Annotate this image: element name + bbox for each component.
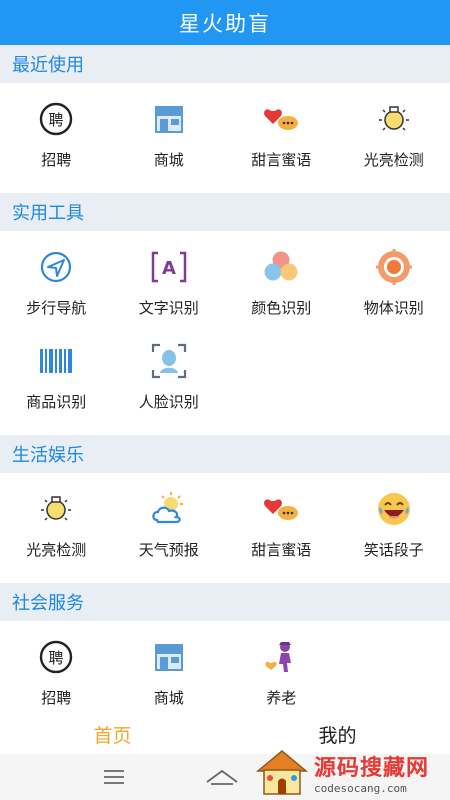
feature-jokes[interactable]: 笑话段子	[338, 489, 450, 583]
feature-weather[interactable]: 天气预报	[113, 489, 226, 583]
weather-icon	[149, 489, 189, 529]
section-header-tools: 实用工具	[0, 193, 450, 231]
watermark: 源码搜藏网 codesocang.com	[254, 746, 446, 798]
section-title: 社会服务	[12, 593, 84, 614]
section-header-social: 社会服务	[0, 583, 450, 621]
feature-label: 物体识别	[363, 299, 424, 317]
feature-color-recognition[interactable]: 颜色识别	[225, 247, 338, 341]
feature-label: 步行导航	[26, 299, 87, 317]
feature-sweet-words[interactable]: 甜言蜜语	[225, 99, 338, 193]
house-logo-icon	[255, 750, 309, 795]
svg-text:A: A	[162, 258, 176, 279]
lightbulb-icon	[374, 99, 414, 139]
recruit-icon: 聘	[36, 637, 76, 677]
feature-text-recognition[interactable]: A 文字识别	[113, 247, 226, 341]
feature-label: 笑话段子	[363, 541, 424, 559]
feature-light-detect[interactable]: 光亮检测	[0, 489, 113, 583]
laughing-emoji-icon	[374, 489, 414, 529]
feature-sweet-words[interactable]: 甜言蜜语	[225, 489, 338, 583]
section-grid-tools: 步行导航 A 文字识别 颜色识别 物体识别 商品识别 人脸识别	[0, 231, 450, 435]
section-grid-life: 光亮检测 天气预报 甜言蜜语 笑话段子	[0, 473, 450, 583]
home-icon[interactable]	[192, 768, 252, 786]
feature-label: 光亮检测	[26, 541, 87, 559]
section-header-recent: 最近使用	[0, 45, 450, 83]
feature-label: 颜色识别	[251, 299, 312, 317]
section-title: 最近使用	[12, 55, 84, 76]
feature-label: 招聘	[41, 151, 72, 169]
hearts-chat-icon	[261, 99, 301, 139]
svg-text:聘: 聘	[49, 111, 64, 129]
svg-text:聘: 聘	[49, 649, 64, 667]
feature-object-recognition[interactable]: 物体识别	[338, 247, 450, 341]
lightbulb-icon	[36, 489, 76, 529]
feature-label: 甜言蜜语	[251, 151, 312, 169]
app-header: 星火助盲	[0, 0, 450, 45]
feature-store[interactable]: 商城	[113, 99, 226, 193]
recruit-icon: 聘	[36, 99, 76, 139]
section-grid-recent: 聘 招聘 商城 甜言蜜语 光亮检测	[0, 83, 450, 193]
feature-label: 商城	[153, 689, 184, 707]
feature-label: 商品识别	[26, 393, 87, 411]
feature-walk-navigation[interactable]: 步行导航	[0, 247, 113, 341]
feature-product-recognition[interactable]: 商品识别	[0, 341, 113, 435]
feature-label: 天气预报	[138, 541, 199, 559]
feature-label: 商城	[153, 151, 184, 169]
feature-face-recognition[interactable]: 人脸识别	[113, 341, 226, 435]
navigation-icon	[36, 247, 76, 287]
tab-home[interactable]: 首页	[0, 714, 225, 754]
watermark-title: 源码搜藏网	[314, 755, 430, 781]
feature-label: 文字识别	[138, 299, 199, 317]
feature-label: 人脸识别	[138, 393, 199, 411]
feature-recruit[interactable]: 聘 招聘	[0, 99, 113, 193]
store-icon	[149, 637, 189, 677]
feature-label: 光亮检测	[363, 151, 424, 169]
tab-label: 首页	[93, 724, 132, 747]
face-scan-icon	[149, 341, 189, 381]
elderly-care-icon	[261, 637, 301, 677]
feature-label: 养老	[266, 689, 297, 707]
tab-label: 我的	[318, 724, 357, 747]
feature-label: 招聘	[41, 689, 72, 707]
section-header-life: 生活娱乐	[0, 435, 450, 473]
text-scan-icon: A	[149, 247, 189, 287]
section-title: 实用工具	[12, 203, 84, 224]
feature-light-detect[interactable]: 光亮检测	[338, 99, 450, 193]
object-target-icon	[374, 247, 414, 287]
hearts-chat-icon	[261, 489, 301, 529]
feature-label: 甜言蜜语	[251, 541, 312, 559]
app-title: 星火助盲	[179, 11, 271, 36]
color-circles-icon	[261, 247, 301, 287]
menu-icon[interactable]	[84, 769, 144, 785]
barcode-icon	[36, 341, 76, 381]
watermark-url: codesocang.com	[314, 781, 407, 795]
store-icon	[149, 99, 189, 139]
section-title: 生活娱乐	[12, 445, 84, 466]
